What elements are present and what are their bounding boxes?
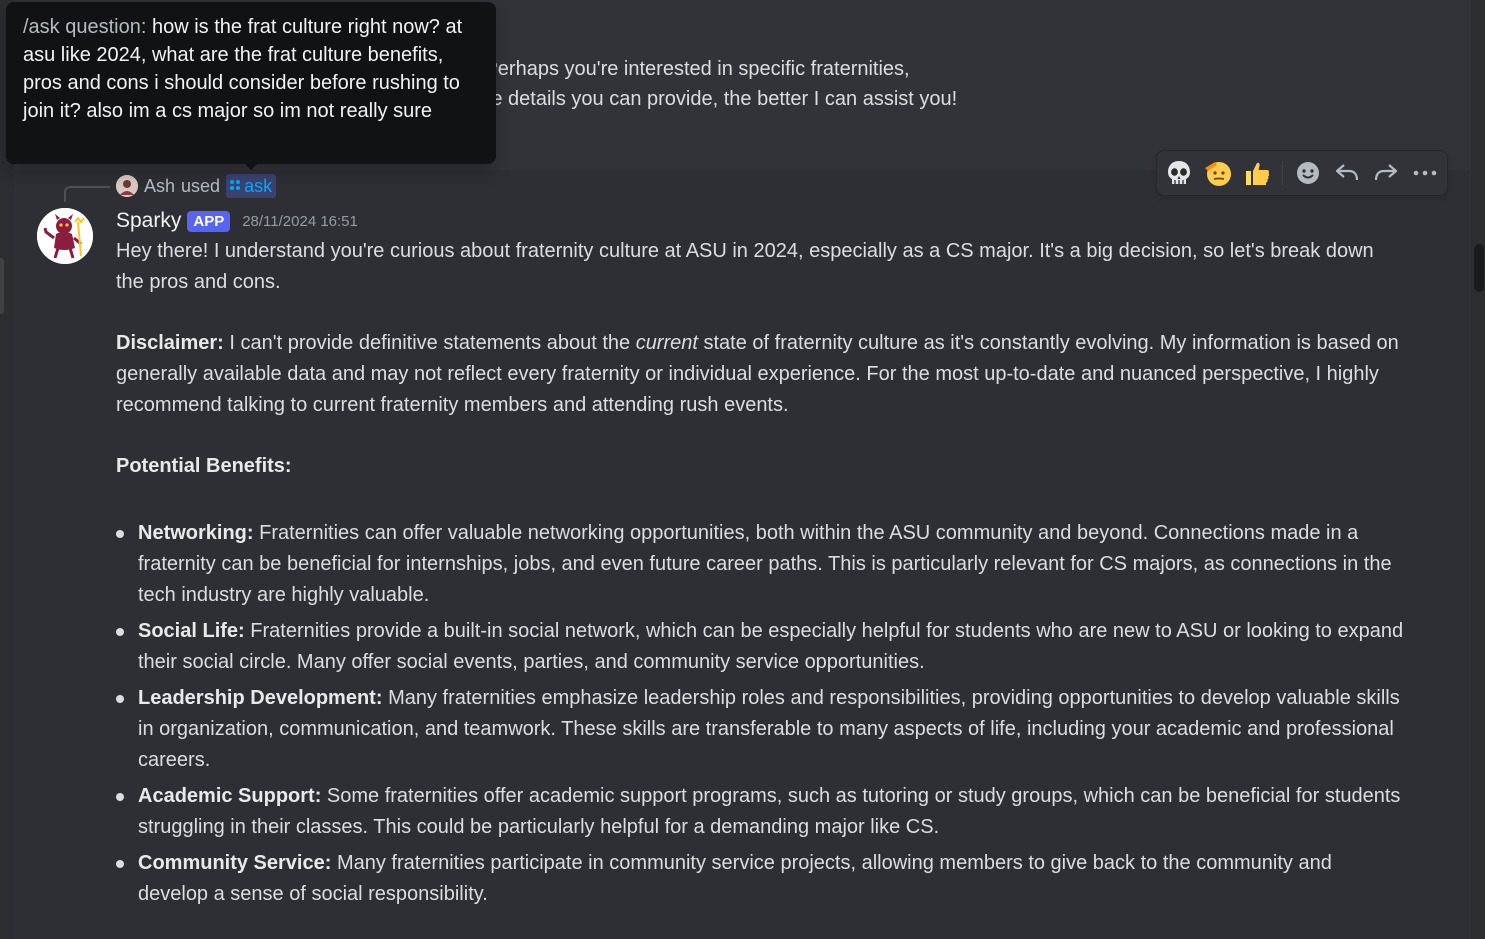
interaction-reference[interactable]: Ash used ask [116,174,277,198]
benefit-text: Some fraternities offer academic support… [138,785,1401,838]
sidebar-resize-handle[interactable] [0,258,4,314]
forward-icon [1374,164,1398,181]
scrollbar-thumb[interactable] [1474,244,1484,292]
tooltip-command-prefix: /ask question: [23,16,147,38]
benefit-title: Social Life: [138,620,245,642]
toolbar-separator [1282,161,1284,185]
message-actions-toolbar [1156,150,1448,196]
benefit-title: Networking: [138,522,254,544]
benefits-heading: Potential Benefits: [116,455,292,477]
benefit-text: Fraternities provide a built-in social n… [138,620,1404,673]
slash-command-link[interactable]: ask [226,174,277,198]
reply-icon [1336,164,1359,181]
message-timestamp[interactable]: 28/11/2024 16:51 [242,213,358,230]
sun-devil-mascot-icon [37,208,93,264]
benefit-title: Community Service: [138,852,332,874]
user-avatar[interactable] [116,175,138,197]
slash-command-name: ask [244,175,273,196]
tooltip-arrow [243,162,259,170]
forward-button[interactable] [1368,154,1405,192]
app-command-icon [229,178,241,194]
disclaimer-text-pre: I can't provide definitive statements ab… [223,332,636,354]
list-item: Academic Support: Some fraternities offe… [116,781,1406,843]
list-item: Community Service: Many fraternities par… [116,848,1406,910]
reply-spine [64,186,110,202]
bot-username[interactable]: Sparky [116,209,181,233]
more-options-button[interactable] [1406,154,1443,192]
add-reaction-button[interactable] [1290,154,1327,192]
command-tooltip: /ask question: how is the frat culture r… [6,2,496,164]
skull-reaction-button[interactable] [1161,154,1198,192]
user-avatar-icon [116,175,138,197]
bot-avatar[interactable] [37,208,93,264]
saluting-face-reaction-button[interactable] [1200,154,1237,192]
benefit-text: Fraternities can offer valuable networki… [138,522,1392,606]
message-header: Sparky APP 28/11/2024 16:51 [116,207,358,235]
list-item: Social Life: Fraternities provide a buil… [116,616,1406,678]
interaction-username[interactable]: Ash [144,176,175,197]
benefit-title: Leadership Development: [138,687,383,709]
list-item: Leadership Development: Many fraternitie… [116,683,1406,776]
benefit-title: Academic Support: [138,785,322,807]
skull-icon [1168,161,1191,184]
add-reaction-icon [1297,162,1320,184]
reply-button[interactable] [1329,154,1366,192]
thumbs-up-reaction-button[interactable] [1238,154,1275,192]
benefits-list: Networking: Fraternities can offer valua… [116,518,1406,910]
scrollbar-track[interactable] [1471,0,1485,939]
app-badge: APP [187,210,231,232]
disclaimer-label: Disclaimer: [116,332,224,354]
saluting-face-icon [1205,162,1232,186]
message-content: Hey there! I understand you're curious a… [116,236,1406,915]
disclaimer-emphasis: current [635,332,698,354]
list-item: Networking: Fraternities can offer valua… [116,518,1406,611]
disclaimer-paragraph: Disclaimer: I can't provide definitive s… [116,328,1406,421]
more-options-icon [1413,170,1436,176]
message-intro: Hey there! I understand you're curious a… [116,240,1374,293]
interaction-used-text: used [181,175,221,196]
thumbs-up-icon [1245,162,1269,185]
